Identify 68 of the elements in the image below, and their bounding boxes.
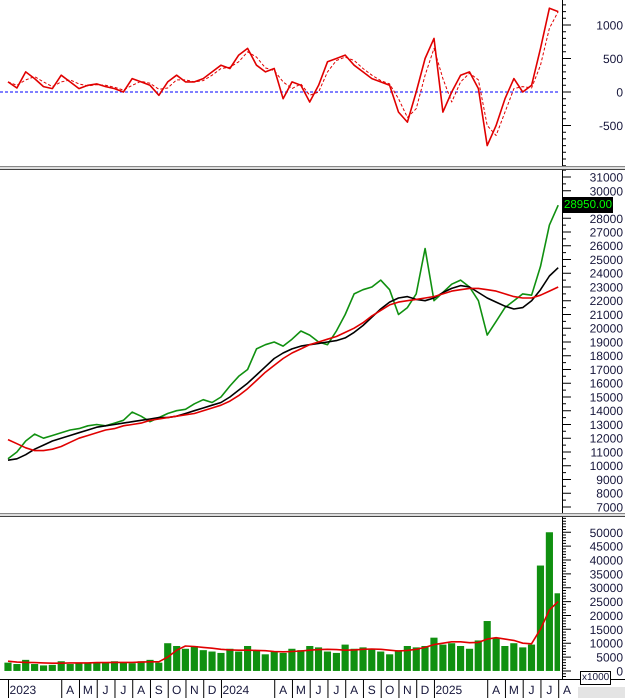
tick-label: N: [403, 683, 412, 697]
tick-label: 2024: [222, 683, 250, 697]
tick-label: M: [296, 683, 306, 697]
tick-label: 8000: [596, 486, 623, 501]
last-price-label: 28950.00: [563, 197, 613, 214]
tick-label: 1000: [596, 18, 623, 32]
tick-label: 22000: [590, 294, 623, 308]
tick-label: 27000: [590, 226, 623, 240]
tick-label: 30000: [590, 184, 623, 198]
tick-label: 35000: [590, 567, 623, 582]
tick-label: S: [154, 683, 163, 697]
tick-label: 2025: [436, 683, 462, 697]
tick-label: 20000: [590, 608, 623, 623]
tick-label: 31000: [590, 170, 623, 184]
tick-label: 0: [616, 85, 623, 100]
tick-label: 28000: [590, 212, 623, 226]
tick-label: A: [492, 683, 500, 697]
tick-label: M: [508, 683, 519, 697]
tick-label: M: [82, 683, 93, 697]
tick-label: 16000: [590, 376, 623, 391]
tick-label: 13000: [590, 418, 623, 432]
tick-label: 26000: [590, 239, 623, 254]
tick-label: 40000: [590, 554, 623, 568]
tick-label: 23000: [590, 280, 623, 294]
tick-label: A: [66, 683, 74, 697]
tick-label: A: [563, 683, 572, 697]
tick-label: J: [546, 683, 552, 697]
tick-label: 50000: [590, 526, 623, 540]
tick-label: A: [137, 683, 146, 697]
tick-label: 11000: [590, 445, 623, 460]
tick-label: 18000: [590, 349, 623, 364]
tick-label: J: [333, 683, 340, 697]
tick-label: 10000: [590, 636, 623, 651]
status-area: [578, 687, 625, 698]
tick-label: O: [172, 683, 182, 697]
tick-label: 10000: [590, 459, 623, 474]
tick-label: J: [316, 683, 322, 697]
tick-label: 24000: [590, 266, 623, 281]
tick-label: J: [528, 683, 534, 697]
tick-label: 15000: [590, 390, 623, 404]
tick-label: 30000: [590, 581, 623, 596]
tick-label: 7000: [596, 500, 623, 513]
tick-label: A: [279, 683, 288, 697]
tick-label: 45000: [590, 540, 623, 554]
tick-label: 25000: [590, 595, 623, 610]
tick-label: J: [120, 683, 126, 697]
tick-label: O: [384, 683, 394, 697]
tick-label: S: [368, 683, 376, 697]
tick-label: -500: [598, 118, 623, 133]
tick-label: 9000: [596, 472, 623, 487]
tick-label: J: [102, 683, 109, 697]
tick-label: N: [190, 683, 199, 697]
tick-label: D: [208, 683, 216, 697]
tick-label: 0: [616, 664, 623, 678]
tick-label: 17000: [590, 362, 623, 377]
tick-label: 15000: [590, 622, 623, 637]
tick-label: 25000: [590, 253, 623, 267]
tick-label: 20000: [590, 322, 623, 336]
tick-label: 5000: [596, 650, 623, 665]
tick-label: 19000: [590, 335, 623, 350]
tick-label: A: [350, 683, 358, 697]
tick-label: D: [420, 683, 430, 697]
tick-label: 12000: [590, 432, 623, 446]
tick-label: 2023: [10, 683, 36, 697]
tick-label: 14000: [590, 404, 623, 418]
unit-label: x1000: [580, 671, 612, 685]
tick-label: 500: [602, 52, 623, 66]
tick-label: 21000: [590, 308, 623, 322]
